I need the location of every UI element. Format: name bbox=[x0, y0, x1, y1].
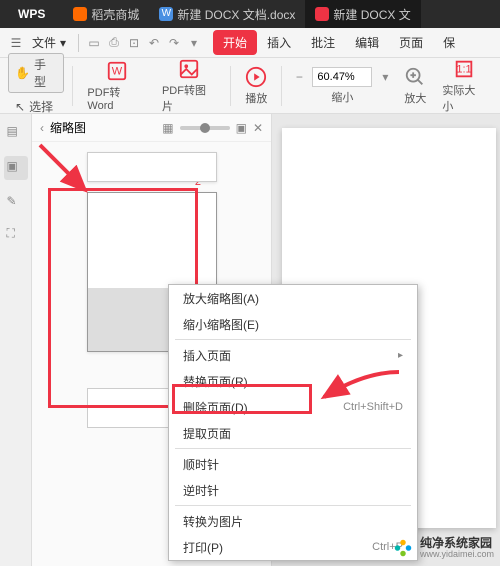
menu-delete-page[interactable]: 删除页面(D)Ctrl+Shift+D bbox=[169, 394, 417, 420]
play-icon bbox=[245, 66, 267, 88]
pdf-image-icon bbox=[178, 58, 200, 80]
title-bar: WPS 稻壳商城 W 新建 DOCX 文档.docx 新建 DOCX 文 bbox=[0, 0, 500, 28]
svg-text:W: W bbox=[111, 65, 122, 77]
slider-knob[interactable] bbox=[200, 123, 210, 133]
tab-docx2[interactable]: 新建 DOCX 文 bbox=[305, 0, 420, 28]
ribbon: ✋手型 ↖选择 W PDF转Word PDF转图片 播放 − ▾ 缩小 放大 1… bbox=[0, 58, 500, 114]
chevron-down-icon[interactable]: ▾ bbox=[376, 68, 394, 86]
menu-icon[interactable]: ☰ bbox=[8, 35, 24, 51]
attachment-icon[interactable]: ⛶ bbox=[7, 226, 25, 244]
zoom-group: − ▾ 缩小 bbox=[290, 67, 394, 105]
hand-icon: ✋ bbox=[15, 66, 30, 80]
redo-icon[interactable]: ↷ bbox=[165, 34, 183, 52]
context-menu: 放大缩略图(A) 缩小缩略图(E) 插入页面▸ 替换页面(R) 删除页面(D)C… bbox=[168, 284, 418, 561]
mode-group: ✋手型 ↖选择 bbox=[8, 53, 64, 118]
cursor-icon: ↖ bbox=[15, 100, 25, 114]
file-menu[interactable]: 文件▾ bbox=[26, 32, 72, 53]
tab-review[interactable]: 批注 bbox=[301, 30, 345, 55]
menu-zoom-out-thumb[interactable]: 缩小缩略图(E) bbox=[169, 311, 417, 337]
divider bbox=[72, 66, 73, 106]
menu-replace-page[interactable]: 替换页面(R) bbox=[169, 368, 417, 394]
watermark: 纯净系统家园 www.yidaimei.com bbox=[392, 537, 494, 560]
thumbnail-title: 缩略图 bbox=[50, 119, 86, 136]
wps-home-tab[interactable]: WPS bbox=[0, 0, 63, 28]
more-icon[interactable]: ▾ bbox=[185, 34, 203, 52]
back-icon[interactable]: ‹ bbox=[40, 121, 44, 135]
tab-page[interactable]: 页面 bbox=[389, 30, 433, 55]
pdf-word-icon: W bbox=[106, 60, 128, 82]
menu-rotate-cw[interactable]: 顺时针 bbox=[169, 451, 417, 477]
play-button[interactable]: 播放 bbox=[239, 66, 273, 106]
wps-logo: WPS bbox=[10, 7, 53, 21]
open-icon[interactable]: ▭ bbox=[85, 34, 103, 52]
thumbnail-icon[interactable]: ▣ bbox=[4, 156, 28, 180]
divider bbox=[281, 66, 282, 106]
toolbar-row: ☰ 文件▾ ▭ ⎙ ⊡ ↶ ↷ ▾ 开始 插入 批注 编辑 页面 保 bbox=[0, 28, 500, 58]
print-icon[interactable]: ⎙ bbox=[105, 34, 123, 52]
menu-to-image[interactable]: 转换为图片 bbox=[169, 508, 417, 534]
pdf-icon bbox=[315, 7, 329, 21]
hand-mode[interactable]: ✋手型 bbox=[8, 53, 64, 93]
pdf2word-button[interactable]: W PDF转Word bbox=[81, 60, 152, 112]
ribbon-tabs: 开始 插入 批注 编辑 页面 保 bbox=[213, 30, 465, 55]
watermark-logo-icon bbox=[392, 537, 414, 559]
watermark-url: www.yidaimei.com bbox=[420, 550, 494, 560]
bookmark-icon[interactable]: ✎ bbox=[7, 194, 25, 212]
word-icon: W bbox=[159, 7, 173, 21]
close-icon[interactable]: ✕ bbox=[253, 121, 263, 135]
divider bbox=[78, 34, 79, 52]
svg-text:1:1: 1:1 bbox=[457, 63, 472, 75]
menu-separator bbox=[175, 505, 411, 506]
zoom-input[interactable] bbox=[312, 67, 372, 87]
tab-protect[interactable]: 保 bbox=[433, 30, 465, 55]
zoom-in-icon bbox=[404, 66, 426, 88]
tab-docx1[interactable]: W 新建 DOCX 文档.docx bbox=[149, 0, 305, 28]
actual-size-button[interactable]: 1:1 实际大小 bbox=[436, 58, 492, 114]
menu-separator bbox=[175, 339, 411, 340]
divider bbox=[230, 66, 231, 106]
tab-label: 稻壳商城 bbox=[91, 6, 139, 23]
submenu-arrow-icon: ▸ bbox=[398, 350, 403, 361]
tab-label: 新建 DOCX 文档.docx bbox=[177, 6, 295, 23]
pdf2img-button[interactable]: PDF转图片 bbox=[156, 58, 222, 114]
menu-extract-page[interactable]: 提取页面 bbox=[169, 420, 417, 446]
thumb-size-slider[interactable] bbox=[180, 126, 230, 130]
thumbnail-header: ‹ 缩略图 ▦ ▣ ✕ bbox=[32, 114, 271, 142]
outline-icon[interactable]: ▤ bbox=[7, 124, 25, 142]
actual-size-icon: 1:1 bbox=[453, 58, 475, 80]
zoom-out-icon[interactable]: − bbox=[290, 68, 308, 86]
menu-zoom-in-thumb[interactable]: 放大缩略图(A) bbox=[169, 285, 417, 311]
tab-label: 新建 DOCX 文 bbox=[333, 6, 410, 23]
chevron-down-icon: ▾ bbox=[60, 36, 66, 50]
grid-large-icon[interactable]: ▣ bbox=[236, 121, 247, 135]
store-icon bbox=[73, 7, 87, 21]
menu-separator bbox=[175, 448, 411, 449]
tab-daoker[interactable]: 稻壳商城 bbox=[63, 0, 149, 28]
tab-start[interactable]: 开始 bbox=[213, 30, 257, 55]
tab-insert[interactable]: 插入 bbox=[257, 30, 301, 55]
zoom-in-button[interactable]: 放大 bbox=[398, 66, 432, 106]
grid-small-icon[interactable]: ▦ bbox=[162, 121, 173, 135]
menu-insert-page[interactable]: 插入页面▸ bbox=[169, 342, 417, 368]
preview-icon[interactable]: ⊡ bbox=[125, 34, 143, 52]
menu-print[interactable]: 打印(P)Ctrl+P bbox=[169, 534, 417, 560]
thumb-page-1[interactable] bbox=[87, 152, 217, 182]
left-sidebar: ▤ ▣ ✎ ⛶ bbox=[0, 114, 32, 566]
menu-rotate-ccw[interactable]: 逆时针 bbox=[169, 477, 417, 503]
undo-icon[interactable]: ↶ bbox=[145, 34, 163, 52]
tab-edit[interactable]: 编辑 bbox=[345, 30, 389, 55]
